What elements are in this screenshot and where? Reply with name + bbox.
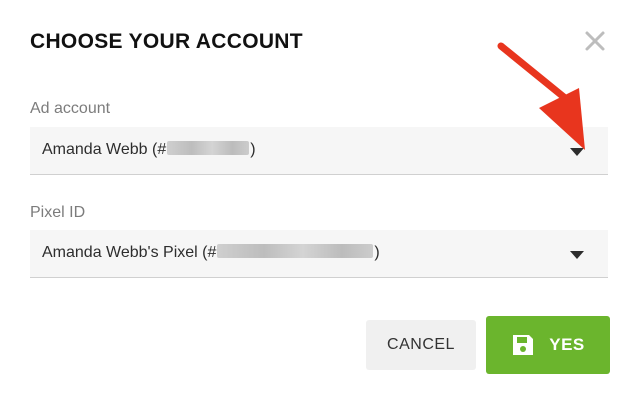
redacted-account-id [167,141,250,155]
chevron-down-icon [570,251,584,259]
pixel-id-label: Pixel ID [30,204,86,221]
yes-button[interactable]: YES [486,316,610,374]
save-icon [513,335,534,355]
pixel-id-select[interactable]: Amanda Webb's Pixel (#) [30,230,608,278]
cancel-button-label: CANCEL [387,336,455,353]
redacted-pixel-id [217,244,374,258]
ad-account-label: Ad account [30,100,111,117]
pixel-id-value: Amanda Webb's Pixel (#) [42,244,380,261]
dialog-title: CHOOSE YOUR ACCOUNT [30,30,303,53]
cancel-button[interactable]: CANCEL [366,320,476,370]
yes-button-label: YES [549,335,585,354]
choose-account-dialog: CHOOSE YOUR ACCOUNT Ad account Amanda We… [0,0,640,402]
red-arrow-icon [497,42,585,150]
ad-account-value: Amanda Webb (#) [42,141,256,158]
